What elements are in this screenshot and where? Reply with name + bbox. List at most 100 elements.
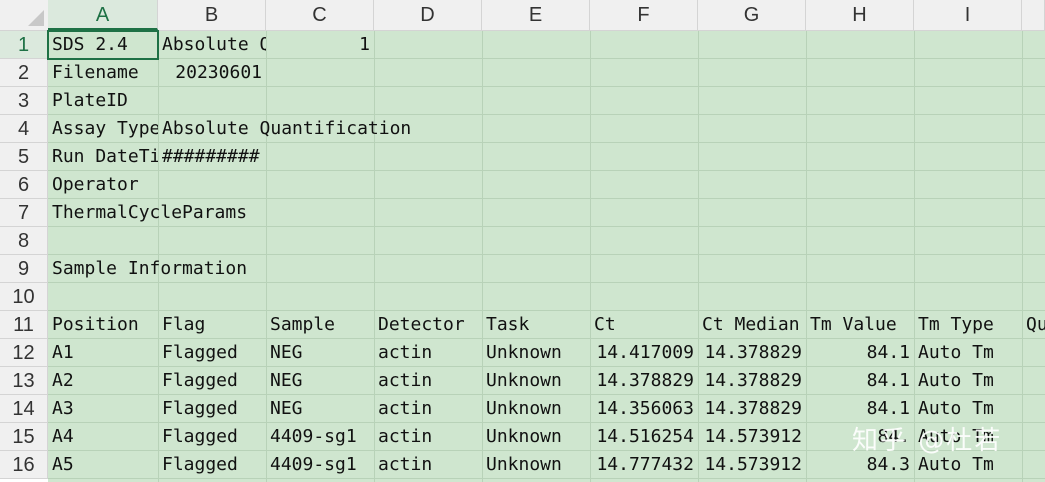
table-header-sample[interactable]: Sample <box>266 311 374 339</box>
table-cell-sample[interactable]: 4409-sg1 <box>266 423 374 451</box>
table-header-detector[interactable]: Detector <box>374 311 482 339</box>
row-header-2[interactable]: 2 <box>0 59 48 87</box>
select-all-corner[interactable] <box>0 0 49 30</box>
column-header-i[interactable]: I <box>914 0 1022 30</box>
table-cell-sample[interactable]: NEG <box>266 367 374 395</box>
table-cell-tm-type[interactable]: Auto Tm <box>914 339 1022 367</box>
table-cell-detector[interactable]: actin <box>374 451 482 479</box>
table-cell-detector[interactable]: actin <box>374 423 482 451</box>
table-cell-ct[interactable]: 14.417009 <box>590 339 698 367</box>
select-all-icon <box>28 10 44 26</box>
cell-a4[interactable]: Assay Type <box>48 115 158 143</box>
table-cell-tm-value[interactable]: 84.1 <box>806 395 914 423</box>
row-header-9[interactable]: 9 <box>0 255 48 283</box>
table-cell-ct-median[interactable]: 14.573912 <box>698 423 806 451</box>
cell-grid[interactable]: SDS 2.4 Absolute Q 1 Filename 20230601 P… <box>47 30 1045 482</box>
cell-b1[interactable]: Absolute Q <box>158 31 266 59</box>
table-header-position[interactable]: Position <box>48 311 158 339</box>
cell-a2[interactable]: Filename <box>48 59 158 87</box>
column-header-h[interactable]: H <box>806 0 914 30</box>
row-header-12[interactable]: 12 <box>0 339 48 367</box>
table-cell-position[interactable]: A1 <box>48 339 158 367</box>
column-header-j[interactable] <box>1022 0 1045 30</box>
column-header-g[interactable]: G <box>698 0 806 30</box>
table-cell-position[interactable]: A4 <box>48 423 158 451</box>
cell-b2[interactable]: 20230601 <box>158 59 266 87</box>
row-header-7[interactable]: 7 <box>0 199 48 227</box>
active-cell-cursor[interactable] <box>47 30 159 60</box>
table-header-flag[interactable]: Flag <box>158 311 266 339</box>
row-header-16[interactable]: 16 <box>0 451 48 479</box>
row-header-11[interactable]: 11 <box>0 311 48 339</box>
table-cell-ct-median[interactable]: 14.378829 <box>698 339 806 367</box>
row-header-14[interactable]: 14 <box>0 395 48 423</box>
cell-a6[interactable]: Operator <box>48 171 158 199</box>
table-cell-ct-median[interactable]: 14.573912 <box>698 451 806 479</box>
gridline <box>1022 31 1023 482</box>
table-cell-tm-type[interactable]: Auto Tm <box>914 367 1022 395</box>
column-header-a[interactable]: A <box>48 0 158 30</box>
row-header-5[interactable]: 5 <box>0 143 48 171</box>
table-cell-detector[interactable]: actin <box>374 395 482 423</box>
table-header-task[interactable]: Task <box>482 311 590 339</box>
table-cell-detector[interactable]: actin <box>374 339 482 367</box>
table-cell-task[interactable]: Unknown <box>482 395 590 423</box>
table-cell-tm-type[interactable]: Auto Tm <box>914 395 1022 423</box>
cell-a9[interactable]: Sample Information <box>48 255 247 283</box>
row-header-13[interactable]: 13 <box>0 367 48 395</box>
table-cell-detector[interactable]: actin <box>374 367 482 395</box>
table-header-qu[interactable]: Qu <box>1022 311 1045 339</box>
gridline <box>48 254 1045 255</box>
table-cell-flag[interactable]: Flagged <box>158 395 266 423</box>
table-cell-ct-median[interactable]: 14.378829 <box>698 395 806 423</box>
cell-c1[interactable]: 1 <box>266 31 374 59</box>
table-cell-sample[interactable]: NEG <box>266 395 374 423</box>
column-header-b[interactable]: B <box>158 0 266 30</box>
cell-a3[interactable]: PlateID <box>48 87 158 115</box>
table-cell-position[interactable]: A2 <box>48 367 158 395</box>
table-header-tm-type[interactable]: Tm Type <box>914 311 1022 339</box>
table-cell-task[interactable]: Unknown <box>482 451 590 479</box>
table-cell-ct[interactable]: 14.356063 <box>590 395 698 423</box>
gridline <box>48 226 1045 227</box>
table-cell-flag[interactable]: Flagged <box>158 423 266 451</box>
table-cell-task[interactable]: Unknown <box>482 339 590 367</box>
table-cell-task[interactable]: Unknown <box>482 367 590 395</box>
row-header-8[interactable]: 8 <box>0 227 48 255</box>
row-header-15[interactable]: 15 <box>0 423 48 451</box>
table-header-ct[interactable]: Ct <box>590 311 698 339</box>
table-cell-ct[interactable]: 14.777432 <box>590 451 698 479</box>
table-cell-flag[interactable]: Flagged <box>158 339 266 367</box>
cell-b4[interactable]: Absolute Quantification <box>158 115 411 143</box>
row-header-6[interactable]: 6 <box>0 171 48 199</box>
table-cell-sample[interactable]: 4409-sg1 <box>266 451 374 479</box>
table-cell-flag[interactable]: Flagged <box>158 367 266 395</box>
table-cell-sample[interactable]: NEG <box>266 339 374 367</box>
row-header-3[interactable]: 3 <box>0 87 48 115</box>
row-header-10[interactable]: 10 <box>0 283 48 311</box>
gridline <box>48 282 1045 283</box>
table-cell-tm-value[interactable]: 84.1 <box>806 367 914 395</box>
gridline <box>48 198 1045 199</box>
table-cell-tm-value[interactable]: 84.1 <box>806 339 914 367</box>
row-header-4[interactable]: 4 <box>0 115 48 143</box>
table-cell-position[interactable]: A3 <box>48 395 158 423</box>
spreadsheet: A B C D E F G H I 1 2 3 4 5 6 7 8 9 10 1… <box>0 0 1045 482</box>
cell-a7[interactable]: ThermalCycleParams <box>48 199 247 227</box>
table-cell-position[interactable]: A5 <box>48 451 158 479</box>
table-cell-task[interactable]: Unknown <box>482 423 590 451</box>
column-header-d[interactable]: D <box>374 0 482 30</box>
table-cell-flag[interactable]: Flagged <box>158 451 266 479</box>
column-header-c[interactable]: C <box>266 0 374 30</box>
table-header-ct-median[interactable]: Ct Median <box>698 311 806 339</box>
watermark: 知乎 @杜若 <box>852 426 1003 456</box>
table-cell-ct-median[interactable]: 14.378829 <box>698 367 806 395</box>
cell-a5[interactable]: Run DateTime <box>48 143 158 171</box>
table-header-tm-value[interactable]: Tm Value <box>806 311 914 339</box>
column-header-e[interactable]: E <box>482 0 590 30</box>
cell-b5[interactable]: ######### <box>158 143 266 171</box>
column-header-f[interactable]: F <box>590 0 698 30</box>
table-cell-ct[interactable]: 14.516254 <box>590 423 698 451</box>
row-header-1[interactable]: 1 <box>0 31 48 59</box>
table-cell-ct[interactable]: 14.378829 <box>590 367 698 395</box>
